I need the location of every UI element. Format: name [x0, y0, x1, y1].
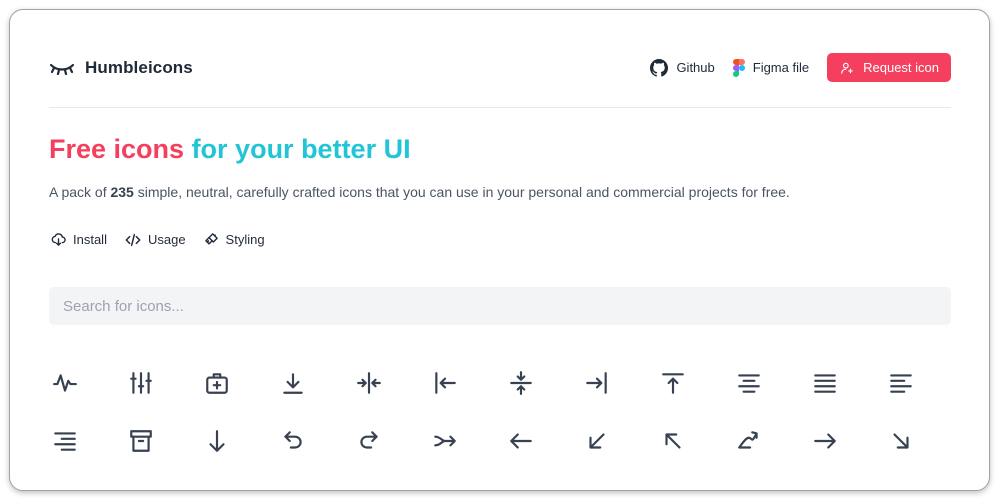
arrow-left-icon[interactable] [505, 425, 537, 457]
align-objects-left-icon[interactable] [429, 367, 461, 399]
code-icon [125, 233, 141, 246]
site-header: Humbleicons Github Figma file Request ic… [49, 10, 951, 108]
align-text-center-icon[interactable] [733, 367, 765, 399]
arrow-right-down-icon[interactable] [885, 425, 917, 457]
hero-title: Free icons for your better UI [49, 134, 411, 165]
arrow-down-icon[interactable] [201, 425, 233, 457]
github-label: Github [676, 60, 715, 75]
align-objects-center-icon[interactable] [353, 367, 385, 399]
styling-link[interactable]: Styling [204, 232, 265, 247]
hero-description: A pack of 235 simple, neutral, carefully… [49, 184, 790, 200]
closed-eye-logo-icon [49, 63, 75, 75]
arrow-right-icon[interactable] [809, 425, 841, 457]
request-icon-button[interactable]: Request icon [827, 53, 951, 82]
align-objects-right-icon[interactable] [581, 367, 613, 399]
archive-icon[interactable] [125, 425, 157, 457]
search-input[interactable] [49, 287, 951, 325]
adjustments-icon[interactable] [125, 367, 157, 399]
install-label: Install [73, 232, 107, 247]
align-objects-top-icon[interactable] [657, 367, 689, 399]
header-nav: Github Figma file Request icon [650, 53, 951, 82]
brush-icon [204, 233, 218, 245]
usage-link[interactable]: Usage [125, 232, 186, 247]
user-add-icon [841, 62, 853, 74]
github-icon [650, 58, 669, 77]
hero-desc-prefix: A pack of [49, 184, 111, 200]
arrow-loop-icon[interactable] [733, 425, 765, 457]
figma-label: Figma file [752, 60, 810, 75]
arrow-left-down-icon[interactable] [581, 425, 613, 457]
download-icon[interactable] [277, 367, 309, 399]
aid-icon[interactable] [201, 367, 233, 399]
github-link[interactable]: Github [650, 58, 715, 77]
align-objects-middle-icon[interactable] [505, 367, 537, 399]
arrow-go-forward-icon[interactable] [353, 425, 385, 457]
align-text-left-icon[interactable] [885, 367, 917, 399]
doc-links: Install Usage Styling [51, 232, 283, 247]
install-link[interactable]: Install [51, 232, 107, 247]
hero-desc-suffix: simple, neutral, carefully crafted icons… [133, 184, 790, 200]
arrow-left-up-icon[interactable] [657, 425, 689, 457]
arrow-join-icon[interactable] [429, 425, 461, 457]
brand-name: Humbleicons [85, 58, 193, 77]
browser-window: Humbleicons Github Figma file Request ic… [9, 9, 990, 491]
figma-icon [732, 58, 745, 77]
figma-link[interactable]: Figma file [732, 58, 810, 77]
icon-count: 235 [110, 184, 134, 200]
hero-title-highlight: Free icons [49, 134, 185, 164]
brand[interactable]: Humbleicons [49, 58, 193, 78]
styling-label: Styling [225, 232, 265, 247]
hero-title-rest: for your better UI [184, 134, 411, 164]
usage-label: Usage [147, 232, 186, 247]
align-text-justify-icon[interactable] [809, 367, 841, 399]
cloud-download-icon [51, 233, 66, 246]
activity-icon[interactable] [49, 367, 81, 399]
arrow-go-back-icon[interactable] [277, 425, 309, 457]
request-icon-label: Request icon [863, 60, 939, 75]
align-text-right-icon[interactable] [49, 425, 81, 457]
